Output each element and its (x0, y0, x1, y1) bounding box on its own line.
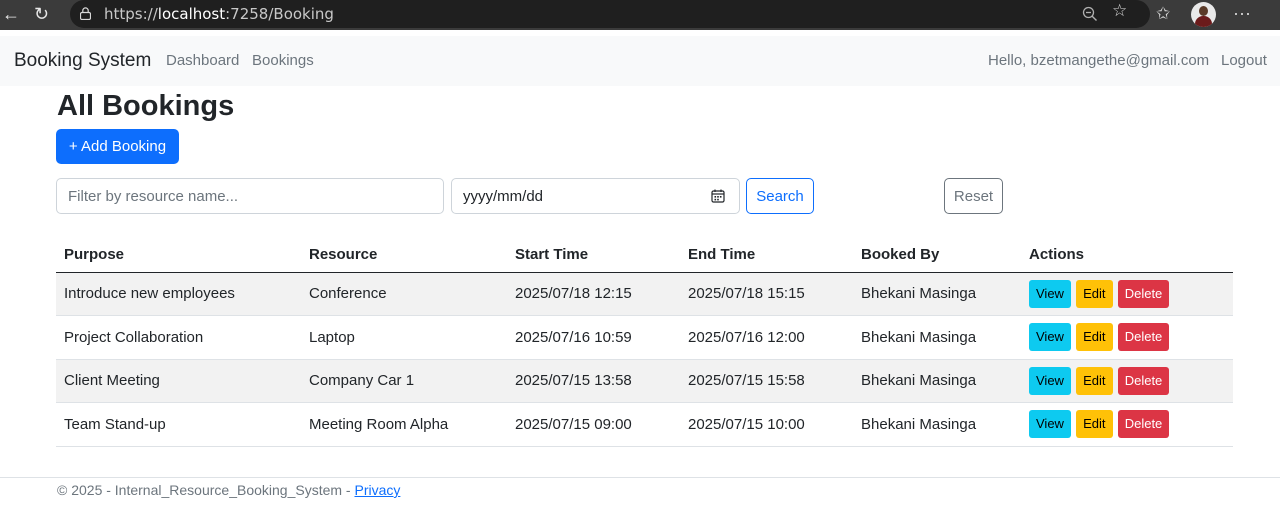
cell-start-time: 2025/07/15 13:58 (507, 359, 680, 403)
cell-end-time: 2025/07/15 15:58 (680, 359, 853, 403)
nav-dashboard[interactable]: Dashboard (166, 52, 239, 69)
cell-purpose: Introduce new employees (56, 272, 301, 316)
privacy-link[interactable]: Privacy (354, 482, 400, 498)
table-row: Client Meeting Company Car 1 2025/07/15 … (56, 359, 1233, 403)
view-button[interactable]: View (1029, 410, 1071, 439)
page-title: All Bookings (57, 90, 235, 122)
logout-link[interactable]: Logout (1221, 52, 1267, 69)
nav-bookings[interactable]: Bookings (252, 52, 314, 69)
cell-end-time: 2025/07/18 15:15 (680, 272, 853, 316)
header-actions: Actions (1021, 237, 1233, 273)
delete-button[interactable]: Delete (1117, 410, 1170, 439)
header-start-time: Start Time (507, 237, 680, 273)
header-booked-by: Booked By (853, 237, 1021, 273)
delete-button[interactable]: Delete (1117, 366, 1170, 395)
profile-avatar[interactable] (1191, 2, 1216, 27)
cell-booked-by: Bhekani Masinga (853, 272, 1021, 316)
favorites-icon[interactable]: ✩ (1156, 4, 1170, 24)
date-filter-value: yyyy/mm/dd (463, 188, 544, 205)
zoom-icon[interactable] (1082, 6, 1098, 22)
cell-purpose: Team Stand-up (56, 402, 301, 447)
cell-end-time: 2025/07/16 12:00 (680, 315, 853, 360)
cell-resource: Company Car 1 (301, 359, 507, 403)
footer-text: © 2025 - Internal_Resource_Booking_Syste… (57, 482, 355, 498)
cell-booked-by: Bhekani Masinga (853, 359, 1021, 403)
cell-end-time: 2025/07/15 10:00 (680, 402, 853, 447)
favorite-star-icon[interactable]: ☆ (1112, 1, 1127, 21)
browser-toolbar: ← ↻ https://localhost:7258/Booking ☆ ✩ ·… (0, 0, 1280, 30)
more-options-icon[interactable]: ··· (1233, 3, 1251, 24)
cell-start-time: 2025/07/16 10:59 (507, 315, 680, 360)
resource-filter-input[interactable] (56, 178, 444, 214)
cell-resource: Meeting Room Alpha (301, 402, 507, 447)
search-button[interactable]: Search (746, 178, 814, 214)
edit-button[interactable]: Edit (1076, 279, 1113, 308)
app-navbar: Booking System Dashboard Bookings Hello,… (0, 36, 1280, 86)
table-row: Project Collaboration Laptop 2025/07/16 … (56, 315, 1233, 360)
delete-button[interactable]: Delete (1117, 279, 1170, 308)
edit-button[interactable]: Edit (1076, 366, 1113, 395)
add-booking-button[interactable]: + Add Booking (56, 129, 179, 164)
footer: © 2025 - Internal_Resource_Booking_Syste… (57, 482, 400, 498)
back-icon[interactable]: ← (2, 3, 20, 25)
user-greeting[interactable]: Hello, bzetmangethe@gmail.com (988, 52, 1209, 69)
address-bar[interactable]: https://localhost:7258/Booking ☆ (70, 0, 1150, 28)
view-button[interactable]: View (1029, 366, 1071, 395)
header-end-time: End Time (680, 237, 853, 273)
cell-actions: View Edit Delete (1021, 359, 1233, 403)
cell-booked-by: Bhekani Masinga (853, 315, 1021, 360)
table-row: Team Stand-up Meeting Room Alpha 2025/07… (56, 402, 1233, 447)
header-purpose: Purpose (56, 237, 301, 273)
bookings-table: Purpose Resource Start Time End Time Boo… (56, 237, 1233, 447)
reset-button[interactable]: Reset (944, 178, 1003, 214)
cell-start-time: 2025/07/18 12:15 (507, 272, 680, 316)
cell-actions: View Edit Delete (1021, 315, 1233, 360)
date-filter-input[interactable]: yyyy/mm/dd (451, 178, 740, 214)
table-row: Introduce new employees Conference 2025/… (56, 272, 1233, 316)
header-resource: Resource (301, 237, 507, 273)
reload-icon[interactable]: ↻ (34, 3, 49, 25)
cell-actions: View Edit Delete (1021, 272, 1233, 316)
cell-resource: Laptop (301, 315, 507, 360)
view-button[interactable]: View (1029, 279, 1071, 308)
cell-booked-by: Bhekani Masinga (853, 402, 1021, 447)
edit-button[interactable]: Edit (1076, 323, 1113, 352)
cell-purpose: Client Meeting (56, 359, 301, 403)
cell-start-time: 2025/07/15 09:00 (507, 402, 680, 447)
edit-button[interactable]: Edit (1076, 410, 1113, 439)
cell-purpose: Project Collaboration (56, 315, 301, 360)
delete-button[interactable]: Delete (1117, 323, 1170, 352)
table-header-row: Purpose Resource Start Time End Time Boo… (56, 237, 1233, 273)
lock-icon (80, 7, 91, 20)
cell-resource: Conference (301, 272, 507, 316)
address-url: https://localhost:7258/Booking (104, 5, 334, 23)
cell-actions: View Edit Delete (1021, 402, 1233, 447)
brand-link[interactable]: Booking System (14, 50, 151, 72)
calendar-icon[interactable] (711, 189, 725, 203)
footer-divider (0, 477, 1280, 478)
view-button[interactable]: View (1029, 323, 1071, 352)
